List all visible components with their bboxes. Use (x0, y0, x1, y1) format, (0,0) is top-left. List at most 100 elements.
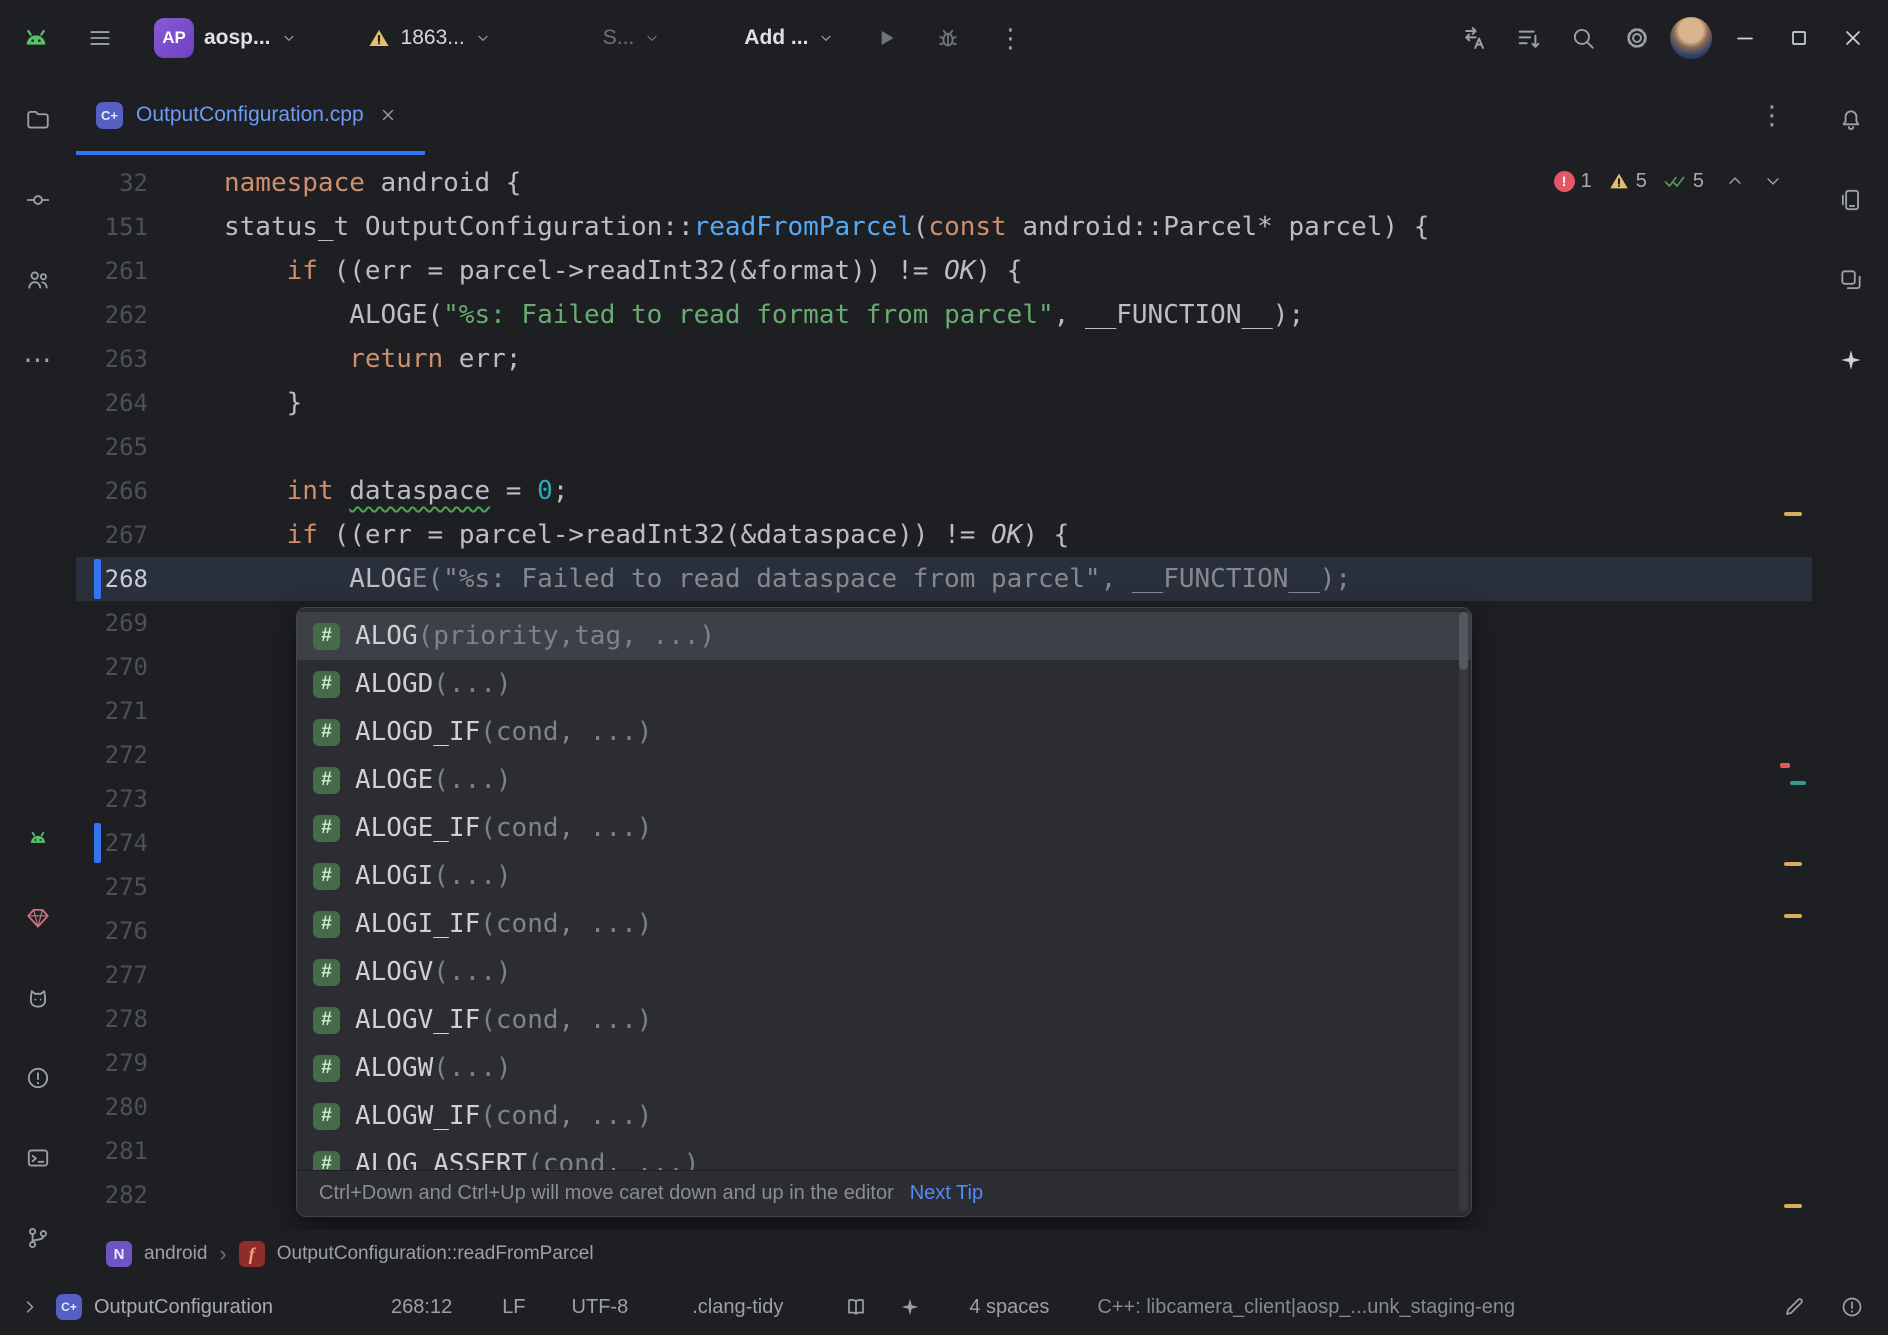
completion-item[interactable]: #ALOGV(...) (297, 948, 1471, 996)
tab-options-icon[interactable]: ⋮ (1754, 102, 1790, 128)
ai-spark-icon[interactable] (895, 1296, 925, 1318)
popup-scrollbar-track[interactable] (1459, 612, 1468, 1212)
scroll-marker[interactable] (1784, 1204, 1802, 1208)
next-tip-link[interactable]: Next Tip (910, 1182, 983, 1205)
android-logcat-icon[interactable] (18, 818, 58, 858)
line-separator-widget[interactable]: LF (502, 1296, 525, 1319)
line-number[interactable]: 274 (76, 821, 148, 865)
completion-item[interactable]: #ALOG(priority,tag, ...) (297, 612, 1471, 660)
scroll-marker[interactable] (1784, 862, 1802, 866)
problems-icon[interactable] (18, 1058, 58, 1098)
add-configuration-widget[interactable]: Add ... (734, 16, 844, 60)
completion-item[interactable]: #ALOGW_IF(cond, ...) (297, 1092, 1471, 1140)
code-line[interactable]: 264 } (76, 381, 1812, 425)
code-line[interactable]: 151status_t OutputConfiguration::readFro… (76, 205, 1812, 249)
pen-icon[interactable] (1778, 1295, 1810, 1319)
main-menu-icon[interactable] (82, 16, 118, 60)
code-style-widget[interactable]: .clang-tidy (692, 1296, 783, 1319)
tab-outputconfiguration-cpp[interactable]: C+ OutputConfiguration.cpp (76, 76, 425, 155)
inspections-widget[interactable]: ! 1 5 (1554, 161, 1788, 201)
filter-sort-icon[interactable] (1508, 16, 1550, 60)
problems-icon[interactable] (1836, 1295, 1868, 1319)
reader-mode-icon[interactable] (841, 1295, 871, 1319)
maximize-window-icon[interactable] (1778, 16, 1820, 60)
line-number[interactable]: 282 (76, 1173, 148, 1217)
completion-item[interactable]: #ALOGE(...) (297, 756, 1471, 804)
completion-item[interactable]: #ALOGD_IF(cond, ...) (297, 708, 1471, 756)
line-number[interactable]: 275 (76, 865, 148, 909)
scroll-marker[interactable] (1784, 512, 1802, 516)
line-number[interactable]: 32 (76, 161, 148, 205)
search-icon[interactable] (1562, 16, 1604, 60)
line-number[interactable]: 271 (76, 689, 148, 733)
completion-item[interactable]: #ALOG_ASSERT(cond, ...) (297, 1140, 1471, 1170)
git-branch-icon[interactable] (18, 1218, 58, 1258)
scroll-marker[interactable] (1780, 763, 1790, 768)
scroll-marker[interactable] (1790, 781, 1806, 785)
project-folder-icon[interactable] (18, 100, 58, 140)
terminal-icon[interactable] (18, 1138, 58, 1178)
line-number[interactable]: 267 (76, 513, 148, 557)
line-number[interactable]: 264 (76, 381, 148, 425)
line-number[interactable]: 272 (76, 733, 148, 777)
line-number[interactable]: 276 (76, 909, 148, 953)
line-number[interactable]: 263 (76, 337, 148, 381)
run-button[interactable] (866, 16, 906, 60)
line-number[interactable]: 273 (76, 777, 148, 821)
status-file-widget[interactable]: OutputConfiguration (94, 1296, 273, 1319)
breadcrumb-function[interactable]: OutputConfiguration::readFromParcel (277, 1243, 594, 1265)
line-number[interactable]: 270 (76, 645, 148, 689)
device-manager-icon[interactable] (1831, 180, 1871, 220)
toolchain-widget[interactable]: C++: libcamera_client|aosp_...unk_stagin… (1097, 1296, 1515, 1319)
line-number[interactable]: 269 (76, 601, 148, 645)
gem-icon[interactable] (18, 898, 58, 938)
minimize-window-icon[interactable] (1724, 16, 1766, 60)
encoding-widget[interactable]: UTF-8 (572, 1296, 629, 1319)
code-line[interactable]: 268 ALOGE("%s: Failed to read dataspace … (76, 557, 1812, 601)
debug-button[interactable] (928, 16, 968, 60)
more-tool-windows-icon[interactable]: ⋯ (18, 340, 58, 380)
translate-icon[interactable] (1454, 16, 1496, 60)
scroll-marker[interactable] (1784, 914, 1802, 918)
chevron-right-toggle-icon[interactable] (20, 1297, 40, 1317)
completion-item[interactable]: #ALOGE_IF(cond, ...) (297, 804, 1471, 852)
code-line[interactable]: 32namespace android { (76, 161, 1812, 205)
line-number[interactable]: 266 (76, 469, 148, 513)
user-avatar[interactable] (1670, 17, 1712, 59)
completion-item[interactable]: #ALOGD(...) (297, 660, 1471, 708)
run-configuration-widget[interactable]: S... (593, 16, 671, 60)
ai-spark-icon[interactable] (1831, 340, 1871, 380)
line-number[interactable]: 151 (76, 205, 148, 249)
cat-icon[interactable] (18, 978, 58, 1018)
indent-widget[interactable]: 4 spaces (969, 1296, 1049, 1319)
line-number[interactable]: 261 (76, 249, 148, 293)
code-line[interactable]: 261 if ((err = parcel->readInt32(&format… (76, 249, 1812, 293)
project-widget[interactable]: AP aosp... (144, 16, 307, 60)
code-line[interactable]: 265 (76, 425, 1812, 469)
line-number[interactable]: 262 (76, 293, 148, 337)
notifications-bell-icon[interactable] (1831, 100, 1871, 140)
code-editor[interactable]: 32namespace android {151status_t OutputC… (76, 155, 1812, 1230)
line-number[interactable]: 278 (76, 997, 148, 1041)
close-window-icon[interactable] (1832, 16, 1874, 60)
completion-item[interactable]: #ALOGW(...) (297, 1044, 1471, 1092)
more-actions-icon[interactable]: ⋮ (990, 16, 1030, 60)
line-number[interactable]: 268 (76, 557, 148, 601)
close-tab-icon[interactable] (377, 106, 399, 124)
code-line[interactable]: 266 int dataspace = 0; (76, 469, 1812, 513)
completion-item[interactable]: #ALOGI_IF(cond, ...) (297, 900, 1471, 948)
line-number[interactable]: 265 (76, 425, 148, 469)
line-number[interactable]: 277 (76, 953, 148, 997)
caret-position-widget[interactable]: 268:12 (391, 1296, 452, 1319)
collaborators-icon[interactable] (18, 260, 58, 300)
code-line[interactable]: 267 if ((err = parcel->readInt32(&datasp… (76, 513, 1812, 557)
line-number[interactable]: 279 (76, 1041, 148, 1085)
completion-item[interactable]: #ALOGI(...) (297, 852, 1471, 900)
line-number[interactable]: 280 (76, 1085, 148, 1129)
code-line[interactable]: 263 return err; (76, 337, 1812, 381)
resource-manager-icon[interactable] (1831, 260, 1871, 300)
completion-item[interactable]: #ALOGV_IF(cond, ...) (297, 996, 1471, 1044)
settings-gear-icon[interactable] (1616, 16, 1658, 60)
commit-icon[interactable] (18, 180, 58, 220)
vcs-branch-widget[interactable]: 1863... (357, 16, 501, 60)
